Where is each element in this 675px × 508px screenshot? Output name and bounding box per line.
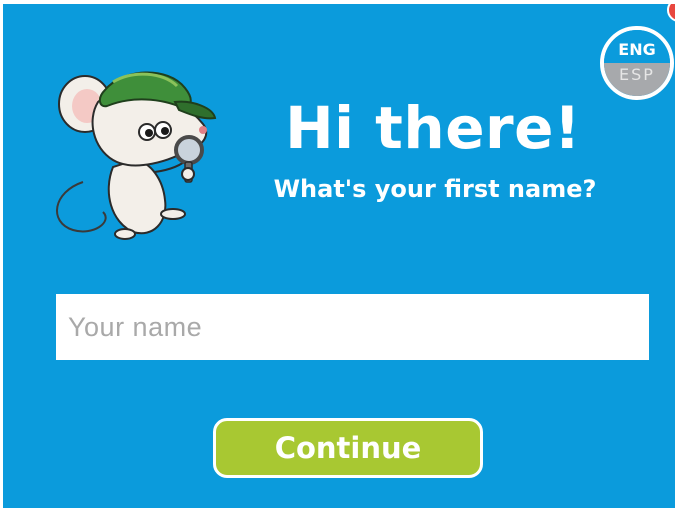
greeting-title: Hi there!: [285, 94, 581, 162]
first-name-input[interactable]: [56, 294, 649, 360]
language-toggle[interactable]: ENG ESP: [600, 26, 674, 100]
language-option-eng[interactable]: ENG: [604, 30, 670, 63]
notification-dot: [667, 4, 675, 22]
language-option-esp[interactable]: ESP: [604, 63, 670, 96]
continue-button[interactable]: Continue: [213, 418, 483, 478]
detective-mouse-icon: [56, 71, 217, 240]
greeting-subtitle: What's your first name?: [273, 175, 597, 203]
welcome-screen: Hi there! What's your first name? Contin…: [3, 4, 675, 508]
